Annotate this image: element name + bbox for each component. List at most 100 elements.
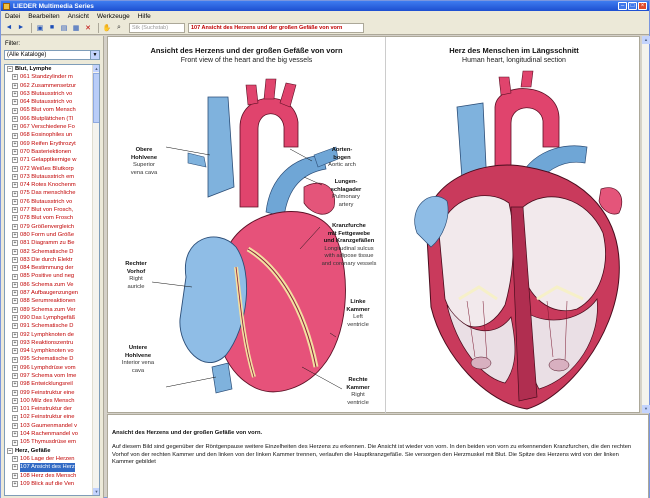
print-icon[interactable]: ▤ [59,23,69,33]
expand-icon[interactable]: + [12,198,18,205]
expand-icon[interactable]: + [12,149,18,156]
slideshow-icon[interactable]: ▦ [71,23,81,33]
tree-item[interactable]: +103 Gaumenmandel v [5,422,93,430]
expand-icon[interactable]: + [12,132,18,139]
copy-icon[interactable]: ▣ [35,23,45,33]
tree-item[interactable]: +075 Das menschliche [5,189,93,197]
tree-item[interactable]: +108 Herz des Mensch [5,472,93,480]
expand-icon[interactable]: + [12,165,18,172]
tree-item[interactable]: +063 Blutausstrich vo [5,90,93,98]
chevron-down-icon[interactable]: ▼ [90,51,99,59]
tree-item[interactable]: +078 Blut vom Frosch [5,214,93,222]
tree-item[interactable]: +061 Standzylinder m [5,73,93,81]
tree-item[interactable]: +083 Die durch Elektr [5,256,93,264]
expand-icon[interactable]: + [12,480,18,487]
expand-icon[interactable]: + [12,256,18,263]
tree-item[interactable]: +107 Ansicht des Herz [5,463,93,472]
expand-icon[interactable]: + [12,74,18,81]
tree-item[interactable]: +090 Das Lymphgefäß [5,314,93,322]
menu-ansicht[interactable]: Ansicht [68,13,89,20]
expand-icon[interactable]: + [12,406,18,413]
back-icon[interactable]: ◄ [4,23,14,33]
tree-item[interactable]: +082 Schematische D [5,248,93,256]
expand-icon[interactable]: + [12,356,18,363]
expand-icon[interactable]: + [12,124,18,131]
menu-datei[interactable]: Datei [5,13,20,20]
tree-item[interactable]: +064 Blutausstrich vo [5,98,93,106]
tree-item[interactable]: +062 Zusammensetzur [5,82,93,90]
expand-icon[interactable]: + [12,82,18,89]
expand-icon[interactable]: + [12,439,18,446]
tree-item[interactable]: +066 Blutplättchen (Tl [5,115,93,123]
expand-icon[interactable]: + [12,306,18,313]
expand-icon[interactable]: + [12,273,18,280]
tree-item[interactable]: +071 Gelapptkernige w [5,156,93,164]
expand-icon[interactable]: + [12,431,18,438]
expand-icon[interactable]: + [12,422,18,429]
minimize-button[interactable]: – [618,2,627,10]
menu-bearbeiten[interactable]: Bearbeiten [28,13,59,20]
scroll-up-icon[interactable]: ▲ [642,36,650,44]
tree-item[interactable]: +073 Blutausstrich em [5,173,93,181]
tree-scrollbar[interactable]: ▲ ▼ [92,65,99,495]
expand-icon[interactable]: + [12,315,18,322]
tree-item[interactable]: +088 Serumreaktionen [5,297,93,305]
expand-icon[interactable]: + [12,174,18,180]
maximize-button[interactable]: □ [628,2,637,10]
tree-item[interactable]: +091 Schematische D [5,322,93,330]
expand-icon[interactable]: + [12,157,18,164]
expand-icon[interactable]: + [12,232,18,239]
expand-icon[interactable]: + [12,215,18,222]
expand-icon[interactable]: + [12,207,18,214]
tree-item[interactable]: +097 Schema vom Ime [5,372,93,380]
catalog-tree[interactable]: − Blut, Lymphe +061 Standzylinder m +062 Zu… [4,64,100,496]
tree-item[interactable]: +105 Thymusdrüse em [5,438,93,446]
current-image-field[interactable]: 107 Ansicht des Herzens und der großen G… [188,22,364,33]
expand-icon[interactable]: + [12,331,18,338]
expand-icon[interactable]: + [12,140,18,147]
tree-item[interactable]: +087 Aufbaugenzungen [5,289,93,297]
tree-item[interactable]: +085 Positive und neg [5,272,93,280]
save-icon[interactable]: ■ [47,23,57,33]
expand-icon[interactable]: + [12,240,18,247]
tree-item[interactable]: +077 Blut von Frosch, [5,206,93,214]
tree-item[interactable]: +098 Entwicklungsreil [5,380,93,388]
expand-icon[interactable]: + [12,290,18,297]
tree-category[interactable]: − Blut, Lymphe [5,65,93,73]
scroll-thumb[interactable] [93,73,99,123]
tree-item[interactable]: +079 Größenvergleich [5,223,93,231]
expand-icon[interactable]: + [12,223,18,230]
expand-icon[interactable]: + [12,456,18,463]
expand-icon[interactable]: + [12,323,18,330]
tree-item[interactable]: +109 Blick auf die Ven [5,480,93,488]
tree-category[interactable]: − Herz, Gefäße [5,447,93,455]
expand-icon[interactable]: + [12,298,18,305]
tree-item[interactable]: +104 Rachenmandel vo [5,430,93,438]
expand-icon[interactable]: + [12,348,18,355]
menu-hilfe[interactable]: Hilfe [138,13,151,20]
tree-item[interactable]: +068 Eosinophiles un [5,131,93,139]
tree-item[interactable]: +072 Weißes Blutkorp [5,165,93,173]
expand-icon[interactable]: + [12,464,18,471]
tree-item[interactable]: +092 Lymphknoten de [5,331,93,339]
tree-item[interactable]: +100 Milz des Mensch [5,397,93,405]
menu-werkzeuge[interactable]: Werkzeuge [97,13,130,20]
scroll-down-icon[interactable]: ▼ [93,488,99,495]
collapse-icon[interactable]: − [7,66,13,73]
zoom-icon[interactable]: ⌕ [114,23,124,33]
tree-item[interactable]: +069 Reifen Erythrozyt [5,140,93,148]
tree-item[interactable]: +070 Basteriektionen [5,148,93,156]
expand-icon[interactable]: + [12,339,18,346]
expand-icon[interactable]: + [12,182,18,189]
expand-icon[interactable]: + [12,190,18,197]
tree-item[interactable]: +065 Blut vom Mensch [5,106,93,114]
expand-icon[interactable]: + [12,115,18,122]
filter-select[interactable]: (Alle Kataloge) ▼ [4,50,100,60]
tree-item[interactable]: +081 Diagramm zu Be [5,239,93,247]
expand-icon[interactable]: + [12,373,18,380]
scroll-down-icon[interactable]: ▼ [642,405,650,413]
expand-icon[interactable]: + [12,99,18,106]
expand-icon[interactable]: + [12,414,18,421]
tree-item[interactable]: +074 Rotes Knochenm [5,181,93,189]
tree-item[interactable]: +102 Feinstruktur eine [5,413,93,421]
